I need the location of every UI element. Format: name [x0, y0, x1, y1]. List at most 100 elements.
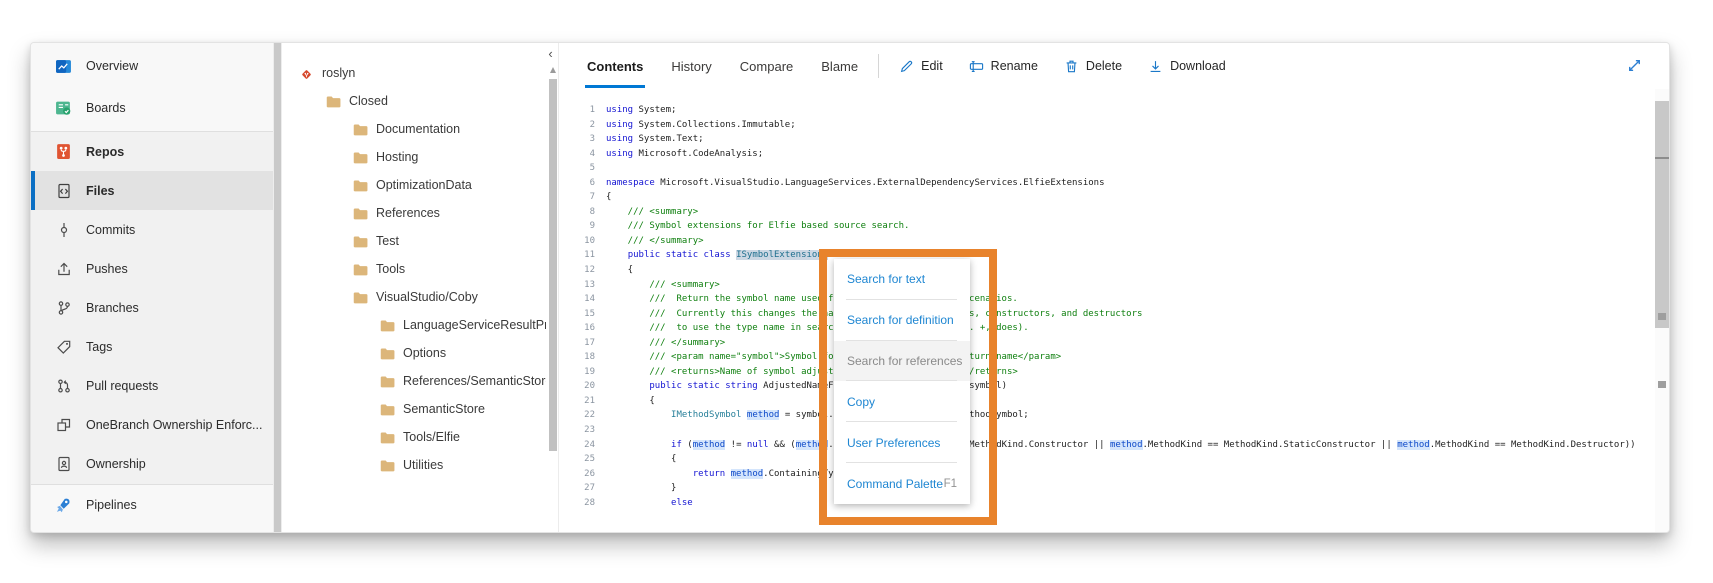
line-number: 27	[559, 481, 595, 496]
code-line: 7{	[559, 190, 1655, 205]
tree-item-utilities[interactable]: Utilities	[282, 451, 546, 479]
edit-button[interactable]: Edit	[899, 59, 943, 74]
tree-item-visualstudio-coby[interactable]: VisualStudio/Coby	[282, 283, 546, 311]
overview-icon	[55, 58, 72, 75]
code-text: {	[606, 452, 676, 467]
collapse-panel-chevron-icon[interactable]: ‹	[543, 47, 558, 62]
sidebar-item-boards[interactable]: Boards	[31, 87, 273, 129]
folder-icon	[380, 375, 395, 388]
tree-item-semanticstore[interactable]: SemanticStore	[282, 395, 546, 423]
sidebar-section-bottom: Pipelines	[31, 484, 273, 526]
delete-button[interactable]: Delete	[1064, 59, 1122, 74]
menu-item-label: Search for references	[847, 354, 962, 368]
sidebar-item-pipelines[interactable]: Pipelines	[31, 484, 273, 526]
tree-item-closed[interactable]: Closed	[282, 87, 546, 115]
folder-icon	[326, 95, 341, 108]
tree-item-test[interactable]: Test	[282, 227, 546, 255]
line-number: 18	[559, 350, 595, 365]
code-line: 15 /// Currently this changes the names …	[559, 307, 1655, 322]
tab-history[interactable]: History	[671, 43, 711, 89]
code-line: 1using System;	[559, 103, 1655, 118]
tree-item-languageserviceresultpro-[interactable]: LanguageServiceResultPro...	[282, 311, 546, 339]
line-number: 24	[559, 438, 595, 453]
sidebar-item-files[interactable]: Files	[31, 171, 273, 210]
pull-requests-icon	[55, 377, 72, 394]
code-text: using Microsoft.CodeAnalysis;	[606, 147, 763, 162]
menu-item-search-for-text[interactable]: Search for text	[834, 259, 970, 300]
tree-item-label: Options	[403, 346, 446, 360]
action-label: Rename	[991, 59, 1038, 73]
sidebar-item-pull-requests[interactable]: Pull requests	[31, 366, 273, 405]
line-number: 3	[559, 132, 595, 147]
repos-icon	[55, 143, 72, 160]
code-scrollbar[interactable]	[1655, 89, 1669, 532]
tree-scrollbar[interactable]	[549, 65, 557, 526]
line-number: 22	[559, 408, 595, 423]
sidebar-item-commits[interactable]: Commits	[31, 210, 273, 249]
folder-icon	[380, 431, 395, 444]
code-text: /// <summary>	[606, 205, 698, 220]
code-text: using System.Collections.Immutable;	[606, 118, 796, 133]
line-number: 23	[559, 423, 595, 438]
code-text: {	[606, 190, 611, 205]
sidebar-item-overview[interactable]: Overview	[31, 45, 273, 87]
tree-item-repo-root[interactable]: roslyn	[282, 59, 546, 87]
code-text: /// Symbol extensions for Elfie based so…	[606, 219, 909, 234]
menu-item-search-for-definition[interactable]: Search for definition	[834, 300, 970, 341]
file-actions: Edit Rename Delete Download	[899, 59, 1226, 74]
tree-item-label: SemanticStore	[403, 402, 485, 416]
tree-item-references-semanticstore-[interactable]: References/SemanticStore...	[282, 367, 546, 395]
tree-item-documentation[interactable]: Documentation	[282, 115, 546, 143]
tree-item-tools[interactable]: Tools	[282, 255, 546, 283]
tree-item-references[interactable]: References	[282, 199, 546, 227]
code-scrollbar-thumb[interactable]	[1655, 101, 1669, 328]
tree-item-label: Closed	[349, 94, 388, 108]
tree-item-hosting[interactable]: Hosting	[282, 143, 546, 171]
tree-item-label: References/SemanticStore...	[403, 374, 546, 388]
expand-icon[interactable]	[1626, 57, 1643, 74]
menu-item-label: Copy	[847, 395, 875, 409]
code-line: 19 /// <returns>Name of symbol adjusted …	[559, 365, 1655, 380]
tab-contents[interactable]: Contents	[587, 43, 643, 89]
code-line: 21 {	[559, 394, 1655, 409]
rename-button[interactable]: Rename	[969, 59, 1038, 74]
code-line: 17 /// </summary>	[559, 336, 1655, 351]
file-toolbar: Contents History Compare Blame Edit Rename De…	[559, 43, 1669, 89]
folder-icon	[353, 179, 368, 192]
tree-item-label: roslyn	[322, 66, 355, 80]
tree-item-label: Test	[376, 234, 399, 248]
sidebar-item-tags[interactable]: Tags	[31, 327, 273, 366]
tree-item-tools-elfie[interactable]: Tools/Elfie	[282, 423, 546, 451]
menu-item-command-palette[interactable]: Command PaletteF1	[834, 463, 970, 504]
download-button[interactable]: Download	[1148, 59, 1226, 74]
code-line: 4using Microsoft.CodeAnalysis;	[559, 147, 1655, 162]
tree-item-label: Tools	[376, 262, 405, 276]
code-line: 25 {	[559, 452, 1655, 467]
tab-compare[interactable]: Compare	[740, 43, 793, 89]
sidebar-scrollbar-thumb[interactable]	[274, 43, 281, 532]
scroll-up-arrow-icon[interactable]	[550, 67, 556, 73]
menu-item-copy[interactable]: Copy	[834, 381, 970, 422]
code-line: 2using System.Collections.Immutable;	[559, 118, 1655, 133]
menu-item-user-preferences[interactable]: User Preferences	[834, 422, 970, 463]
tab-blame[interactable]: Blame	[821, 43, 858, 89]
folder-icon	[380, 347, 395, 360]
tree-item-options[interactable]: Options	[282, 339, 546, 367]
boards-icon	[55, 100, 72, 117]
sidebar-item-onebranch[interactable]: OneBranch Ownership Enforc...	[31, 405, 273, 444]
sidebar-item-repos[interactable]: Repos	[31, 132, 273, 171]
code-text: {	[606, 394, 655, 409]
sidebar-item-pushes[interactable]: Pushes	[31, 249, 273, 288]
code-line: 5	[559, 161, 1655, 176]
line-number: 12	[559, 263, 595, 278]
download-icon	[1148, 59, 1163, 74]
overview-ruler-mark	[1658, 381, 1666, 388]
tree-item-label: OptimizationData	[376, 178, 472, 192]
sidebar-scrollbar[interactable]	[273, 43, 282, 532]
tree-item-optimizationdata[interactable]: OptimizationData	[282, 171, 546, 199]
menu-item-label: Command Palette	[847, 477, 943, 491]
code-line: 10 /// </summary>	[559, 234, 1655, 249]
sidebar-item-branches[interactable]: Branches	[31, 288, 273, 327]
sidebar-item-ownership[interactable]: Ownership	[31, 444, 273, 483]
tree-scrollbar-thumb[interactable]	[549, 79, 557, 451]
